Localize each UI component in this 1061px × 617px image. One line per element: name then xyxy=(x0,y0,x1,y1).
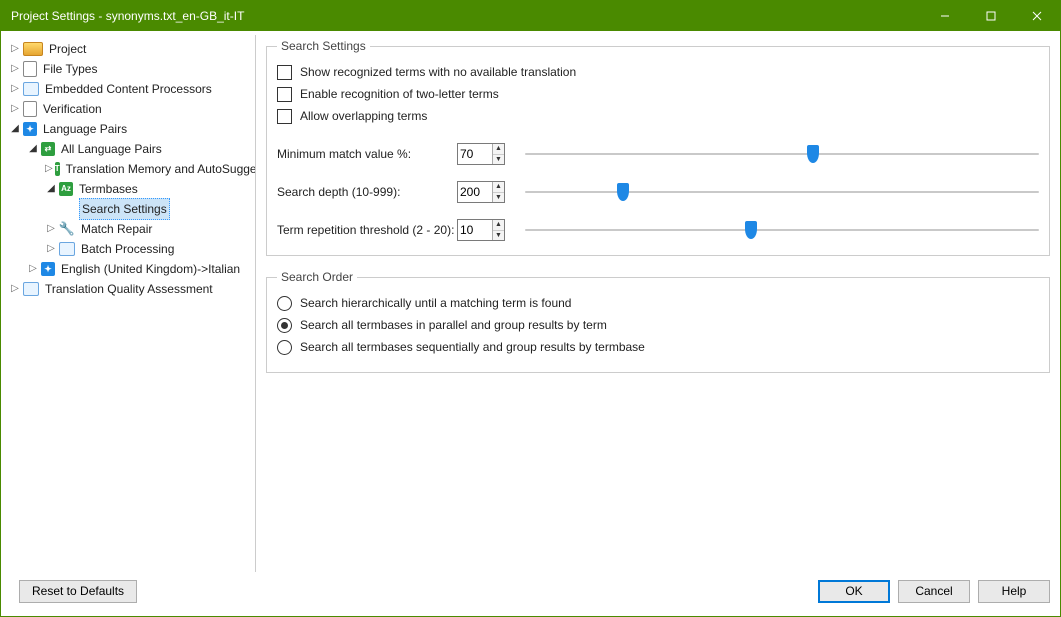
row-min-match: Minimum match value %: ▲▼ xyxy=(277,143,1039,165)
radio-parallel[interactable]: Search all termbases in parallel and gro… xyxy=(277,314,1039,336)
search-settings-legend: Search Settings xyxy=(277,39,370,53)
tree-matchrepair[interactable]: ▷🔧Match Repair xyxy=(5,219,255,239)
spinner[interactable]: ▲▼ xyxy=(492,220,504,240)
tree-tm[interactable]: ▷TTranslation Memory and AutoSuggest xyxy=(5,159,255,179)
min-match-field[interactable] xyxy=(458,144,492,164)
search-order-group: Search Order Search hierarchically until… xyxy=(266,270,1050,373)
min-match-slider[interactable] xyxy=(525,144,1039,164)
spin-down-icon[interactable]: ▼ xyxy=(493,193,504,203)
spin-up-icon[interactable]: ▲ xyxy=(493,144,504,155)
globe-icon: ✦ xyxy=(41,262,55,276)
slider-thumb[interactable] xyxy=(745,221,757,239)
tree-filetypes[interactable]: ▷File Types xyxy=(5,59,255,79)
termbase-icon: Az xyxy=(59,182,73,196)
cancel-button[interactable]: Cancel xyxy=(898,580,970,603)
search-settings-group: Search Settings Show recognized terms wi… xyxy=(266,39,1050,256)
content-pane: Search Settings Show recognized terms wi… xyxy=(256,31,1060,572)
spinner[interactable]: ▲▼ xyxy=(492,182,504,202)
help-button[interactable]: Help xyxy=(978,580,1050,603)
slider-thumb[interactable] xyxy=(807,145,819,163)
slider-track xyxy=(525,229,1039,231)
slider-track xyxy=(525,191,1039,193)
globe-icon: ✦ xyxy=(23,122,37,136)
tree-search-settings[interactable]: Search Settings xyxy=(5,199,255,219)
tree-langpairs[interactable]: ◢✦Language Pairs xyxy=(5,119,255,139)
spinner[interactable]: ▲▼ xyxy=(492,144,504,164)
spin-down-icon[interactable]: ▼ xyxy=(493,155,504,165)
titlebar: Project Settings - synonyms.txt_en-GB_it… xyxy=(1,1,1060,31)
spin-up-icon[interactable]: ▲ xyxy=(493,220,504,231)
rep-input[interactable]: ▲▼ xyxy=(457,219,505,241)
ok-button[interactable]: OK xyxy=(818,580,890,603)
chk-overlap[interactable]: Allow overlapping terms xyxy=(277,105,1039,127)
tree-project[interactable]: ▷Project xyxy=(5,39,255,59)
rep-label: Term repetition threshold (2 - 20): xyxy=(277,223,457,237)
tree-batch[interactable]: ▷Batch Processing xyxy=(5,239,255,259)
min-match-input[interactable]: ▲▼ xyxy=(457,143,505,165)
depth-input[interactable]: ▲▼ xyxy=(457,181,505,203)
rep-field[interactable] xyxy=(458,220,492,240)
window-title: Project Settings - synonyms.txt_en-GB_it… xyxy=(11,9,922,23)
checkbox-icon xyxy=(277,87,292,102)
spin-down-icon[interactable]: ▼ xyxy=(493,231,504,241)
chk-two-letter[interactable]: Enable recognition of two-letter terms xyxy=(277,83,1039,105)
radio-icon xyxy=(277,318,292,333)
radio-sequential[interactable]: Search all termbases sequentially and gr… xyxy=(277,336,1039,358)
nav-tree[interactable]: ▷Project ▷File Types ▷Embedded Content P… xyxy=(5,35,256,572)
radio-hierarchical[interactable]: Search hierarchically until a matching t… xyxy=(277,292,1039,314)
tree-verification[interactable]: ▷Verification xyxy=(5,99,255,119)
checkbox-icon xyxy=(277,65,292,80)
row-search-depth: Search depth (10-999): ▲▼ xyxy=(277,181,1039,203)
slider-thumb[interactable] xyxy=(617,183,629,201)
depth-label: Search depth (10-999): xyxy=(277,185,457,199)
maximize-button[interactable] xyxy=(968,1,1014,31)
folder-icon xyxy=(23,42,43,56)
batch-icon xyxy=(59,242,75,256)
body: ▷Project ▷File Types ▷Embedded Content P… xyxy=(1,31,1060,572)
verify-icon xyxy=(23,101,37,117)
search-order-legend: Search Order xyxy=(277,270,357,284)
slider-track xyxy=(525,153,1039,155)
reset-button[interactable]: Reset to Defaults xyxy=(19,580,137,603)
checkbox-icon xyxy=(277,109,292,124)
tree-tqa[interactable]: ▷Translation Quality Assessment xyxy=(5,279,255,299)
tree-all-langpairs[interactable]: ◢⇄All Language Pairs xyxy=(5,139,255,159)
tree-en-it[interactable]: ▷✦English (United Kingdom)->Italian xyxy=(5,259,255,279)
footer: Reset to Defaults OK Cancel Help xyxy=(1,572,1060,616)
radio-icon xyxy=(277,340,292,355)
tree-termbases[interactable]: ◢AzTermbases xyxy=(5,179,255,199)
pair-icon: ⇄ xyxy=(41,142,55,156)
tm-icon: T xyxy=(55,162,60,176)
depth-field[interactable] xyxy=(458,182,492,202)
rep-slider[interactable] xyxy=(525,220,1039,240)
min-match-label: Minimum match value %: xyxy=(277,147,457,161)
embed-icon xyxy=(23,82,39,96)
chk-show-unrecognized[interactable]: Show recognized terms with no available … xyxy=(277,61,1039,83)
wrench-icon: 🔧 xyxy=(59,221,75,237)
depth-slider[interactable] xyxy=(525,182,1039,202)
quality-icon xyxy=(23,282,39,296)
tree-embedded[interactable]: ▷Embedded Content Processors xyxy=(5,79,255,99)
close-button[interactable] xyxy=(1014,1,1060,31)
doc-icon xyxy=(23,61,37,77)
spin-up-icon[interactable]: ▲ xyxy=(493,182,504,193)
radio-icon xyxy=(277,296,292,311)
minimize-button[interactable] xyxy=(922,1,968,31)
row-rep-threshold: Term repetition threshold (2 - 20): ▲▼ xyxy=(277,219,1039,241)
project-settings-window: Project Settings - synonyms.txt_en-GB_it… xyxy=(0,0,1061,617)
